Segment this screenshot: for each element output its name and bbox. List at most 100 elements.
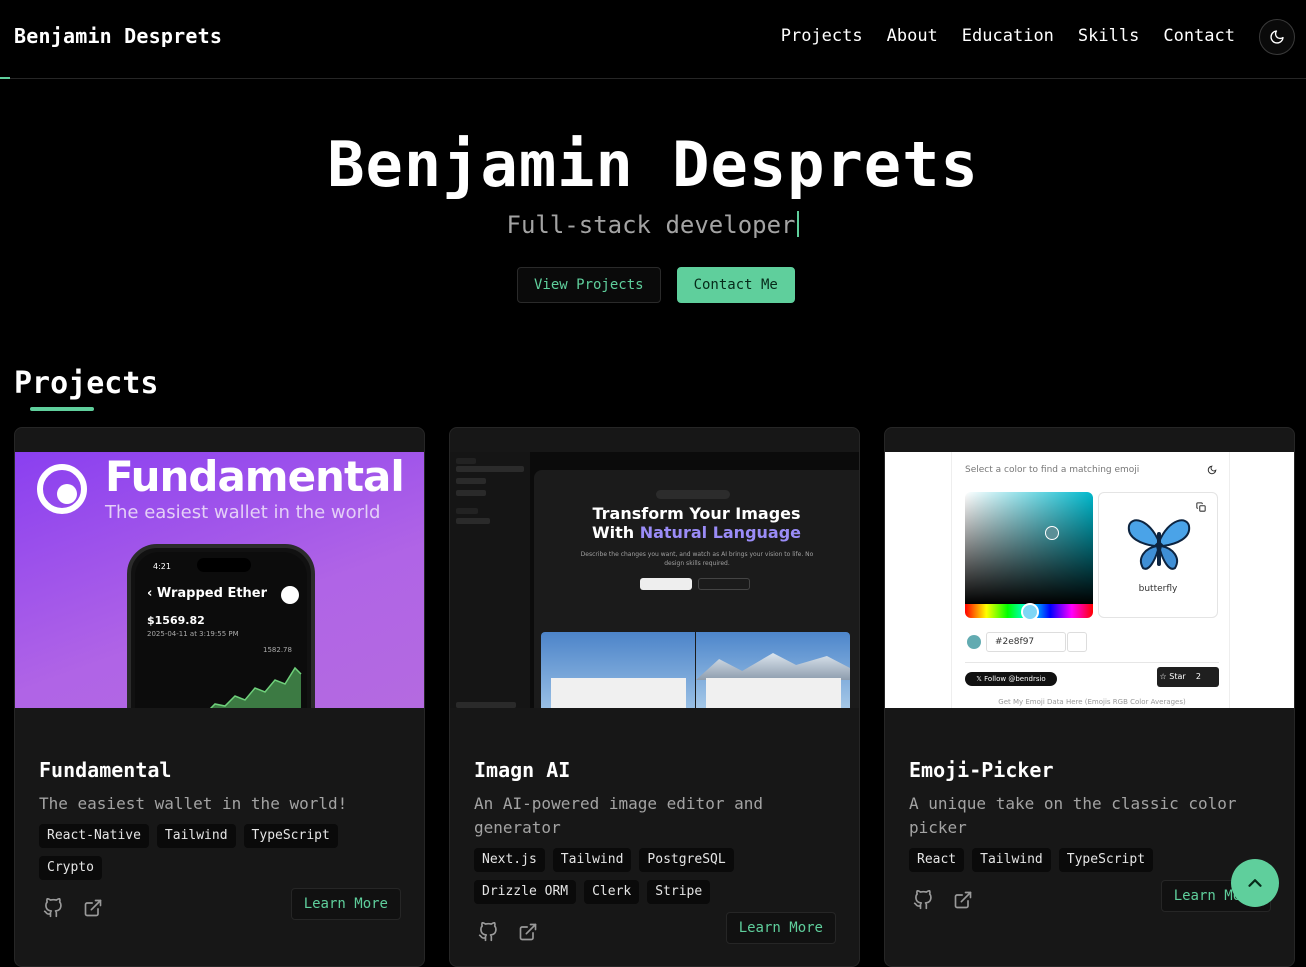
- moon-icon: [1270, 30, 1284, 44]
- project-description: The easiest wallet in the world!: [39, 794, 348, 813]
- project-card-imagn-ai: Transform Your Images With Natural Langu…: [449, 427, 860, 967]
- tech-tag: Tailwind: [156, 824, 236, 848]
- ethereum-icon: [281, 586, 299, 604]
- brand-name[interactable]: Benjamin Desprets: [14, 24, 222, 48]
- project-card-body: Fundamental The easiest wallet in the wo…: [39, 758, 401, 926]
- color-gradient-graphic: [965, 492, 1093, 604]
- project-image-emoji-picker[interactable]: Select a color to find a matching emoji …: [885, 452, 1294, 708]
- phone-time: 4:21: [153, 562, 171, 571]
- divider: [965, 662, 1219, 663]
- external-link-icon: [84, 899, 102, 917]
- tech-tag: Clerk: [584, 880, 640, 904]
- butterfly-icon: [1127, 519, 1191, 570]
- star-count: 2: [1195, 672, 1201, 681]
- hue-knob-graphic: [1021, 603, 1039, 621]
- project-image-fundamental[interactable]: Fundamental The easiest wallet in the wo…: [15, 452, 424, 708]
- star-label: Star: [1169, 672, 1186, 681]
- nav-projects[interactable]: Projects: [781, 26, 863, 46]
- image-tagline: The easiest wallet in the world: [105, 502, 381, 523]
- tech-tag: Drizzle ORM: [474, 880, 577, 904]
- tech-tags: Next.js Tailwind PostgreSQL Drizzle ORM …: [474, 848, 836, 904]
- white-house-photo: [541, 632, 850, 708]
- tech-tags: React-Native Tailwind TypeScript Crypto: [39, 824, 401, 880]
- project-description: An AI-powered image editor and generator: [474, 794, 763, 837]
- external-link[interactable]: [516, 920, 540, 944]
- project-description: A unique take on the classic color picke…: [909, 794, 1237, 837]
- copy-hex-graphic: [1067, 632, 1087, 652]
- view-projects-button[interactable]: View Projects: [517, 267, 661, 303]
- image-button-graphic: [698, 578, 750, 590]
- image-headline-line-1: Transform Your Images: [592, 504, 801, 523]
- learn-more-button[interactable]: Learn More: [725, 912, 836, 944]
- image-headline-line-2a: With: [591, 523, 640, 542]
- tech-tag: PostgreSQL: [639, 848, 734, 872]
- nav-contact[interactable]: Contact: [1163, 26, 1235, 46]
- follow-badge: 𝕏 Follow @bendrsio: [965, 672, 1057, 686]
- hero-actions: View Projects Contact Me: [517, 267, 795, 303]
- image-footer-text: Get My Emoji Data Here (Emojis RGB Color…: [998, 698, 1186, 706]
- external-link-icon: [954, 891, 972, 909]
- chevron-up-icon: [1248, 879, 1262, 887]
- heading-underline: [30, 407, 94, 411]
- moon-icon: [1207, 465, 1217, 475]
- github-link[interactable]: [476, 920, 500, 944]
- main-nav: Projects About Education Skills Contact: [781, 26, 1235, 46]
- github-link[interactable]: [41, 896, 65, 920]
- github-icon: [43, 898, 62, 918]
- image-headline: Transform Your Images With Natural Langu…: [534, 504, 859, 542]
- color-knob-graphic: [1045, 526, 1059, 540]
- image-body-text: Describe the changes you want, and watch…: [580, 551, 814, 567]
- tech-tag: React-Native: [39, 824, 149, 848]
- hero-subtitle: Full-stack developer: [0, 211, 1306, 239]
- fundamental-logo-icon: [37, 464, 87, 514]
- projects-heading: Projects: [14, 366, 159, 401]
- phone-asset: ‹ Wrapped Ether: [147, 586, 268, 601]
- phone-mockup: 4:21 ‹ Wrapped Ether $1569.82 2025-04-11…: [127, 544, 315, 708]
- emoji-name: butterfly: [1138, 584, 1178, 594]
- contact-me-button[interactable]: Contact Me: [676, 267, 795, 303]
- phone-notch: [197, 558, 251, 572]
- hero-subtitle-text: Full-stack developer: [506, 211, 796, 239]
- phone-screen: 4:21 ‹ Wrapped Ether $1569.82 2025-04-11…: [135, 552, 307, 708]
- hex-value: #2e8f97: [986, 632, 1066, 652]
- project-card-body: Imagn AI An AI-powered image editor and …: [474, 758, 836, 950]
- building-graphic: [551, 678, 686, 708]
- project-title: Emoji-Picker: [909, 758, 1054, 782]
- image-headline-line-2b: Natural Language: [639, 523, 802, 542]
- scroll-progress-bar: [0, 77, 10, 79]
- card-actions: Learn More: [39, 888, 401, 926]
- image-brand: Fundamental: [105, 452, 405, 501]
- github-link[interactable]: [911, 888, 935, 912]
- card-actions: Learn More: [474, 912, 836, 950]
- tech-tag: Next.js: [474, 848, 545, 872]
- project-card-body: Emoji-Picker A unique take on the classi…: [909, 758, 1271, 918]
- nav-about[interactable]: About: [887, 26, 938, 46]
- nav-education[interactable]: Education: [962, 26, 1054, 46]
- copy-icon: [1196, 502, 1206, 512]
- project-title: Fundamental: [39, 758, 172, 782]
- phone-price: $1569.82: [147, 614, 205, 627]
- nav-skills[interactable]: Skills: [1078, 26, 1139, 46]
- scroll-to-top-button[interactable]: [1231, 859, 1279, 907]
- phone-asset-name: Wrapped Ether: [156, 586, 268, 601]
- hero-title: Benjamin Desprets: [327, 128, 979, 201]
- color-swatch: [967, 635, 981, 649]
- project-card-fundamental: Fundamental The easiest wallet in the wo…: [14, 427, 425, 967]
- project-title: Imagn AI: [474, 758, 571, 782]
- tech-tag: React: [909, 848, 965, 872]
- phone-date: 2025-04-11 at 3:19:55 PM: [147, 630, 239, 638]
- github-star-badge: ☆ Star 2: [1157, 667, 1219, 687]
- learn-more-button[interactable]: Learn More: [290, 888, 401, 920]
- external-link[interactable]: [951, 888, 975, 912]
- app-sidebar-graphic: [450, 452, 530, 708]
- card-actions: Learn More: [909, 880, 1271, 918]
- tech-tag: TypeScript: [243, 824, 338, 848]
- theme-toggle-button[interactable]: [1259, 19, 1295, 55]
- price-chart-graphic: [209, 666, 302, 708]
- tech-tag: Stripe: [647, 880, 711, 904]
- tech-tags: React Tailwind TypeScript: [909, 848, 1271, 872]
- project-image-imagn-ai[interactable]: Transform Your Images With Natural Langu…: [450, 452, 859, 708]
- external-link[interactable]: [81, 896, 105, 920]
- tech-tag: Crypto: [39, 856, 102, 880]
- building-graphic: [706, 678, 841, 708]
